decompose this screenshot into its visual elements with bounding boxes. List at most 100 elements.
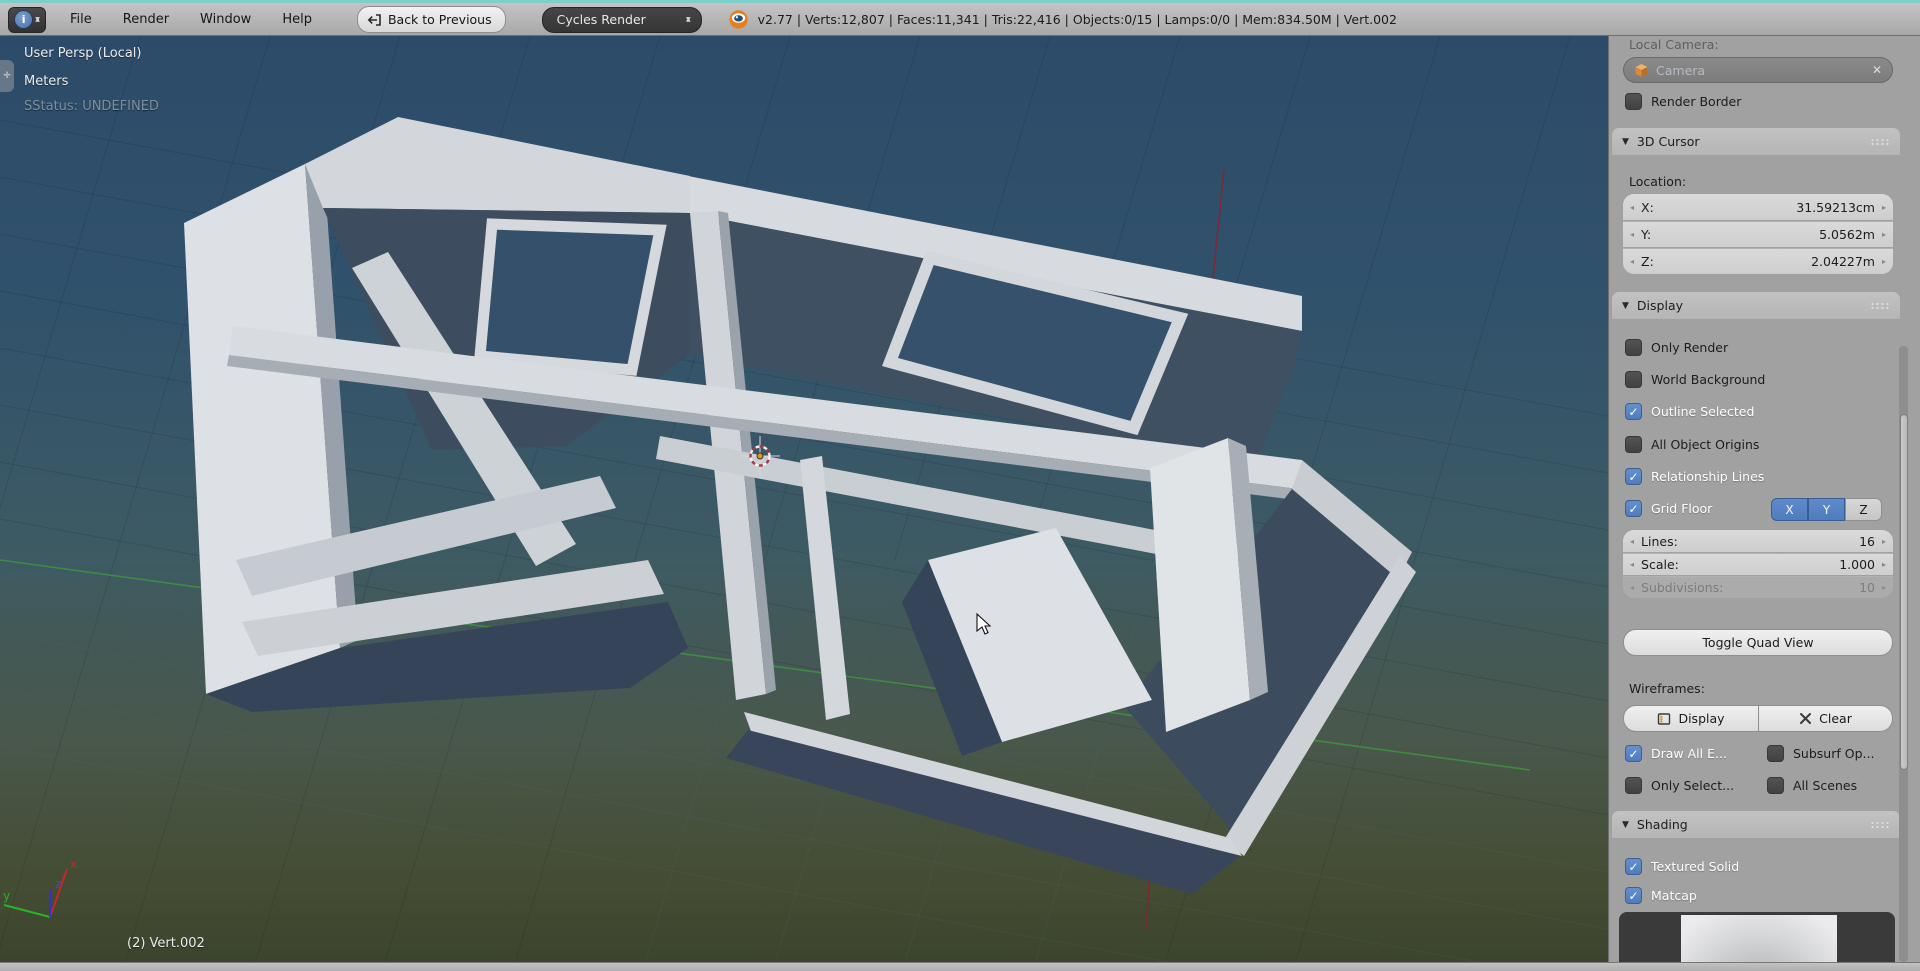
view-name-label: User Persp (Local) <box>24 46 142 61</box>
stepper-left-icon[interactable]: ◂ <box>1630 257 1634 266</box>
checkbox-only-selected[interactable]: ✓ Only Select... <box>1625 777 1734 794</box>
panel-grip-icon[interactable] <box>1870 301 1890 310</box>
stepper-right-icon[interactable]: ▸ <box>1882 203 1886 212</box>
stepper-right-icon[interactable]: ▸ <box>1882 537 1886 546</box>
location-label: Location: <box>1629 174 1687 189</box>
section-header-3d-cursor[interactable]: ▼ 3D Cursor <box>1612 128 1900 155</box>
checkbox-box: ✓ <box>1625 468 1642 485</box>
checkbox-all-scenes[interactable]: ✓ All Scenes <box>1767 777 1857 794</box>
stepper-left-icon[interactable]: ◂ <box>1630 203 1634 212</box>
plus-icon: ✛ <box>3 71 11 81</box>
checkbox-box: ✓ <box>1625 745 1642 762</box>
wireframe-display-button[interactable]: Display <box>1623 705 1759 732</box>
checkbox-box: ✓ <box>1625 339 1642 356</box>
camera-data-icon <box>1635 63 1648 77</box>
back-to-previous-button[interactable]: Back to Previous <box>356 6 506 33</box>
stepper-left-icon: ◂ <box>1630 583 1635 592</box>
checkbox-box: ✓ <box>1625 858 1642 875</box>
render-engine-value: Cycles Render <box>556 12 646 27</box>
section-header-display[interactable]: ▼ Display <box>1612 292 1900 319</box>
panel-scrollbar[interactable] <box>1899 346 1908 962</box>
collapse-triangle-icon: ▼ <box>1622 819 1629 830</box>
checkbox-box: ✓ <box>1625 500 1642 517</box>
stepper-right-icon[interactable]: ▸ <box>1882 560 1886 569</box>
checkbox-relationship-lines[interactable]: ✓ Relationship Lines <box>1625 468 1764 485</box>
stepper-left-icon[interactable]: ◂ <box>1630 230 1634 239</box>
3d-viewport[interactable]: x y z User Persp (Local) Meters SStatus:… <box>0 36 1608 962</box>
checkbox-render-border[interactable]: ✓ Render Border <box>1625 93 1741 110</box>
unit-system-label: Meters <box>24 74 69 89</box>
axis-gizmo: x y z <box>3 857 77 918</box>
info-header: i ▲ ▼ File Render Window Help Back to Pre… <box>0 0 1920 36</box>
wireframes-label: Wireframes: <box>1629 681 1705 696</box>
local-camera-field[interactable]: Camera ✕ <box>1623 57 1893 83</box>
checkbox-matcap[interactable]: ✓ Matcap <box>1625 887 1697 904</box>
checkbox-box: ✓ <box>1625 436 1642 453</box>
checkbox-world-background[interactable]: ✓ World Background <box>1625 371 1765 388</box>
checkbox-all-object-origins[interactable]: ✓ All Object Origins <box>1625 436 1759 453</box>
checkbox-box: ✓ <box>1767 745 1784 762</box>
sstatus-label: SStatus: UNDEFINED <box>24 99 159 114</box>
image-icon <box>1658 712 1671 725</box>
stepper-right-icon[interactable]: ▸ <box>1882 257 1886 266</box>
matcap-preview[interactable] <box>1619 912 1895 962</box>
render-engine-select[interactable]: Cycles Render ▲ ▼ <box>541 6 702 33</box>
local-camera-value: Camera <box>1656 62 1706 78</box>
collapse-triangle-icon: ▼ <box>1622 136 1629 147</box>
toggle-axis-y[interactable]: Y <box>1808 498 1845 521</box>
toggle-axis-x[interactable]: X <box>1771 498 1808 521</box>
grid-scale-field[interactable]: ◂ Scale: 1.000 ▸ <box>1623 553 1893 575</box>
timeline-header-edge[interactable] <box>0 962 1920 971</box>
gizmo-z-label: z <box>55 877 61 891</box>
statistics-text: v2.77 | Verts:12,807 | Faces:11,341 | Tr… <box>757 12 1397 27</box>
stepper-right-icon: ▸ <box>1881 583 1886 592</box>
checkbox-subsurf-optimal[interactable]: ✓ Subsurf Op... <box>1767 745 1874 762</box>
info-editor-icon: i <box>14 10 34 29</box>
section-header-shading[interactable]: ▼ Shading <box>1612 811 1900 838</box>
active-object-label: (2) Vert.002 <box>127 936 205 951</box>
stepper-left-icon[interactable]: ◂ <box>1630 560 1634 569</box>
model-mesh <box>184 117 1416 894</box>
menu-render[interactable]: Render <box>123 12 169 27</box>
blender-logo-icon <box>728 10 748 29</box>
toggle-axis-z[interactable]: Z <box>1845 498 1882 521</box>
grid-subdivisions-field: ◂ Subdivisions: 10 ▸ <box>1623 576 1893 598</box>
menu-window[interactable]: Window <box>200 12 251 27</box>
cursor-x-field[interactable]: ◂ X: 31.59213cm ▸ <box>1623 194 1893 220</box>
menu-file[interactable]: File <box>70 12 92 27</box>
panel-grip-icon[interactable] <box>1870 820 1890 829</box>
checkbox-only-render[interactable]: ✓ Only Render <box>1625 339 1728 356</box>
cursor-z-field[interactable]: ◂ Z: 2.04227m ▸ <box>1623 248 1893 274</box>
grid-lines-field[interactable]: ◂ Lines: 16 ▸ <box>1623 530 1893 552</box>
stepper-left-icon[interactable]: ◂ <box>1630 537 1634 546</box>
menu-help[interactable]: Help <box>282 12 312 27</box>
blender-window: i ▲ ▼ File Render Window Help Back to Pre… <box>0 0 1920 971</box>
checkbox-textured-solid[interactable]: ✓ Textured Solid <box>1625 858 1739 875</box>
checkbox-grid-floor[interactable]: ✓ Grid Floor <box>1625 500 1712 517</box>
region-expand-tab[interactable]: ✛ <box>0 60 14 92</box>
wireframe-clear-button[interactable]: Clear <box>1759 705 1893 732</box>
collapse-triangle-icon: ▼ <box>1622 300 1629 311</box>
checkbox-outline-selected[interactable]: ✓ Outline Selected <box>1625 403 1754 420</box>
properties-panel: Local Camera: Camera ✕ ✓ Render Border ▼… <box>1608 36 1920 962</box>
matcap-sphere-image <box>1681 915 1837 962</box>
toggle-quad-view-button[interactable]: Toggle Quad View <box>1623 629 1893 656</box>
checkbox-box: ✓ <box>1625 371 1642 388</box>
checkbox-draw-all-edges[interactable]: ✓ Draw All E... <box>1625 745 1727 762</box>
cursor-y-field[interactable]: ◂ Y: 5.0562m ▸ <box>1623 221 1893 247</box>
back-icon <box>367 13 381 26</box>
clear-camera-icon[interactable]: ✕ <box>1872 63 1882 77</box>
viewport-scene: x y z <box>0 36 1608 962</box>
back-button-label: Back to Previous <box>387 12 492 27</box>
checkbox-box: ✓ <box>1625 887 1642 904</box>
clear-x-icon <box>1800 713 1812 724</box>
checkbox-box: ✓ <box>1625 403 1642 420</box>
checkbox-box: ✓ <box>1625 777 1642 794</box>
gizmo-y-label: y <box>3 889 10 903</box>
local-camera-label: Local Camera: <box>1629 37 1719 52</box>
checkbox-box: ✓ <box>1625 93 1642 110</box>
editor-type-selector[interactable]: i ▲ ▼ <box>8 6 46 33</box>
stepper-right-icon[interactable]: ▸ <box>1882 230 1886 239</box>
panel-grip-icon[interactable] <box>1870 137 1890 146</box>
scrollbar-thumb[interactable] <box>1899 414 1908 770</box>
